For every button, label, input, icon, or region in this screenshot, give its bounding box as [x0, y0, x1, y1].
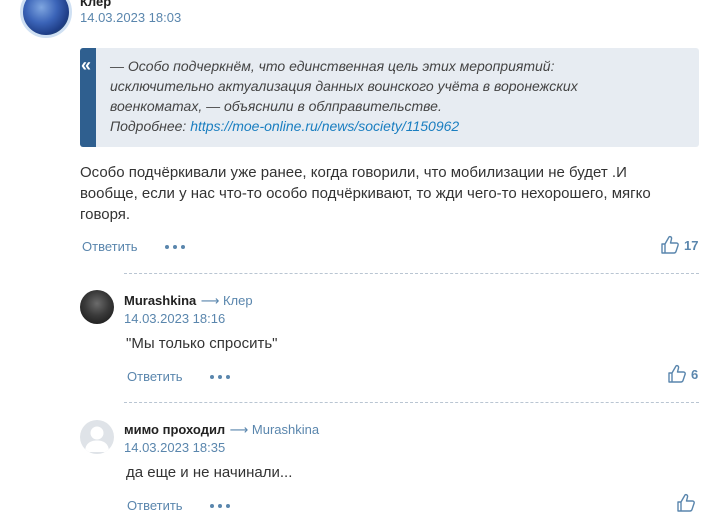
- reply-to[interactable]: ⟶ Клер: [201, 293, 253, 308]
- quote-more: Подробнее: https://moe-online.ru/news/so…: [110, 116, 687, 136]
- thumbs-up-icon: [677, 493, 695, 512]
- reply-to[interactable]: ⟶ Murashkina: [230, 422, 319, 437]
- like-count: 17: [684, 237, 699, 253]
- reply-button[interactable]: Ответить: [82, 239, 138, 254]
- comment-date[interactable]: 14.03.2023 18:35: [124, 440, 225, 455]
- comment-text-line: вообще, если у нас что-то особо подчёрки…: [80, 185, 651, 202]
- comment-text: да еще и не начинали...: [126, 464, 293, 481]
- like-button[interactable]: 6: [667, 364, 698, 384]
- quote-more-label: Подробнее:: [110, 118, 187, 134]
- thumbs-up-icon: [668, 364, 686, 383]
- comment-author[interactable]: Murashkina: [124, 293, 196, 308]
- quote-link[interactable]: https://moe-online.ru/news/society/11509…: [190, 118, 459, 134]
- more-dots-icon[interactable]: [210, 504, 230, 508]
- reply-button[interactable]: Ответить: [127, 369, 183, 384]
- thumbs-up-icon: [661, 235, 679, 254]
- avatar[interactable]: [20, 0, 72, 38]
- comment-header: Murashkina ⟶ Клер: [124, 292, 253, 310]
- more-dots-icon[interactable]: [210, 375, 230, 379]
- quote-line: военкоматах, — объяснили в облправительс…: [110, 98, 442, 114]
- avatar[interactable]: [80, 420, 114, 454]
- user-avatar-placeholder-icon: [85, 426, 109, 452]
- like-count: 6: [691, 366, 699, 382]
- divider: [124, 402, 699, 403]
- divider: [124, 273, 699, 274]
- comment-date[interactable]: 14.03.2023 18:03: [80, 10, 181, 25]
- reply-button[interactable]: Ответить: [127, 498, 183, 513]
- comment-author[interactable]: Клер: [80, 0, 111, 9]
- comment-date[interactable]: 14.03.2023 18:16: [124, 311, 225, 326]
- like-button[interactable]: [676, 493, 696, 513]
- comment-author[interactable]: мимо проходил: [124, 422, 225, 437]
- quote-icon: «: [81, 55, 92, 75]
- comment-text: "Мы только спросить": [126, 335, 278, 352]
- comment-text: Особо подчёркивали уже ранее, когда гово…: [80, 162, 700, 225]
- like-button[interactable]: 17: [660, 235, 698, 255]
- comment-text-line: говоря.: [80, 206, 131, 223]
- avatar[interactable]: [80, 290, 114, 324]
- quote-block: — Особо подчеркнём, что единственная цел…: [80, 48, 699, 147]
- more-dots-icon[interactable]: [165, 245, 185, 249]
- quote-line: исключительно актуализация данных воинск…: [110, 78, 578, 94]
- comment-text-line: Особо подчёркивали уже ранее, когда гово…: [80, 164, 627, 181]
- quote-line: — Особо подчеркнём, что единственная цел…: [110, 58, 555, 74]
- comment-header: мимо проходил ⟶ Murashkina: [124, 421, 319, 439]
